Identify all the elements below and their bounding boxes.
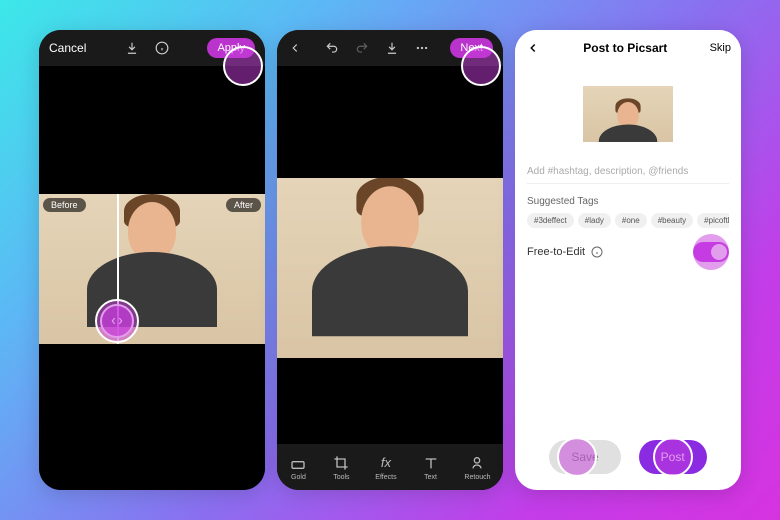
crop-icon xyxy=(332,454,350,472)
cancel-button[interactable]: Cancel xyxy=(49,41,86,55)
before-badge: Before xyxy=(43,198,86,212)
redo-icon xyxy=(354,40,370,56)
highlight-toggle xyxy=(691,232,731,272)
tag-item[interactable]: #beauty xyxy=(651,213,693,228)
download-icon[interactable] xyxy=(124,40,140,56)
tool-tools[interactable]: Tools xyxy=(332,454,350,481)
tool-gold[interactable]: Gold xyxy=(289,454,307,481)
page-title: Post to Picsart xyxy=(583,41,667,55)
text-icon xyxy=(422,454,440,472)
after-badge: After xyxy=(226,198,261,212)
tool-effects[interactable]: fxEffects xyxy=(375,454,396,481)
back-icon[interactable] xyxy=(525,40,541,56)
tag-item[interactable]: #lady xyxy=(578,213,611,228)
fte-label: Free-to-Edit xyxy=(527,246,585,258)
highlight-next xyxy=(461,46,501,86)
toolbar: Post to Picsart Skip xyxy=(515,30,741,66)
post-form: Add #hashtag, description, @friends Sugg… xyxy=(515,66,741,282)
tag-item[interactable]: #picoftheday xyxy=(697,213,729,228)
more-icon[interactable] xyxy=(414,40,430,56)
suggested-label: Suggested Tags xyxy=(527,196,729,207)
free-to-edit-row: Free-to-Edit xyxy=(527,242,729,262)
fx-icon: fx xyxy=(377,454,395,472)
image-preview[interactable]: Before After xyxy=(39,194,265,344)
skip-button[interactable]: Skip xyxy=(710,42,731,54)
info-icon[interactable] xyxy=(589,244,605,260)
tool-retouch[interactable]: Retouch xyxy=(464,454,490,481)
screen-editor: Next Gold Tools fxEffects Text Retouch xyxy=(277,30,503,490)
download-icon[interactable] xyxy=(384,40,400,56)
editor-canvas: Gold Tools fxEffects Text Retouch xyxy=(277,66,503,490)
screen-post: Post to Picsart Skip Add #hashtag, descr… xyxy=(515,30,741,490)
tag-item[interactable]: #one xyxy=(615,213,647,228)
tag-list: #3deffect #lady #one #beauty #picoftheda… xyxy=(527,213,729,228)
caption-input[interactable]: Add #hashtag, description, @friends xyxy=(527,160,729,184)
back-icon[interactable] xyxy=(287,40,303,56)
tool-bar: Gold Tools fxEffects Text Retouch xyxy=(277,444,503,490)
screen-before-after: Cancel Apply Before After xyxy=(39,30,265,490)
thumbnail[interactable] xyxy=(583,86,673,142)
highlight-post xyxy=(653,437,693,477)
info-icon[interactable] xyxy=(154,40,170,56)
tool-text[interactable]: Text xyxy=(422,454,440,481)
undo-icon[interactable] xyxy=(324,40,340,56)
gold-icon xyxy=(289,454,307,472)
image-preview[interactable] xyxy=(277,178,503,358)
highlight-slider xyxy=(95,299,139,343)
retouch-icon xyxy=(468,454,486,472)
editor-canvas: Before After xyxy=(39,66,265,490)
highlight-apply xyxy=(223,46,263,86)
action-bar: Save Post xyxy=(515,440,741,474)
tag-item[interactable]: #3deffect xyxy=(527,213,574,228)
